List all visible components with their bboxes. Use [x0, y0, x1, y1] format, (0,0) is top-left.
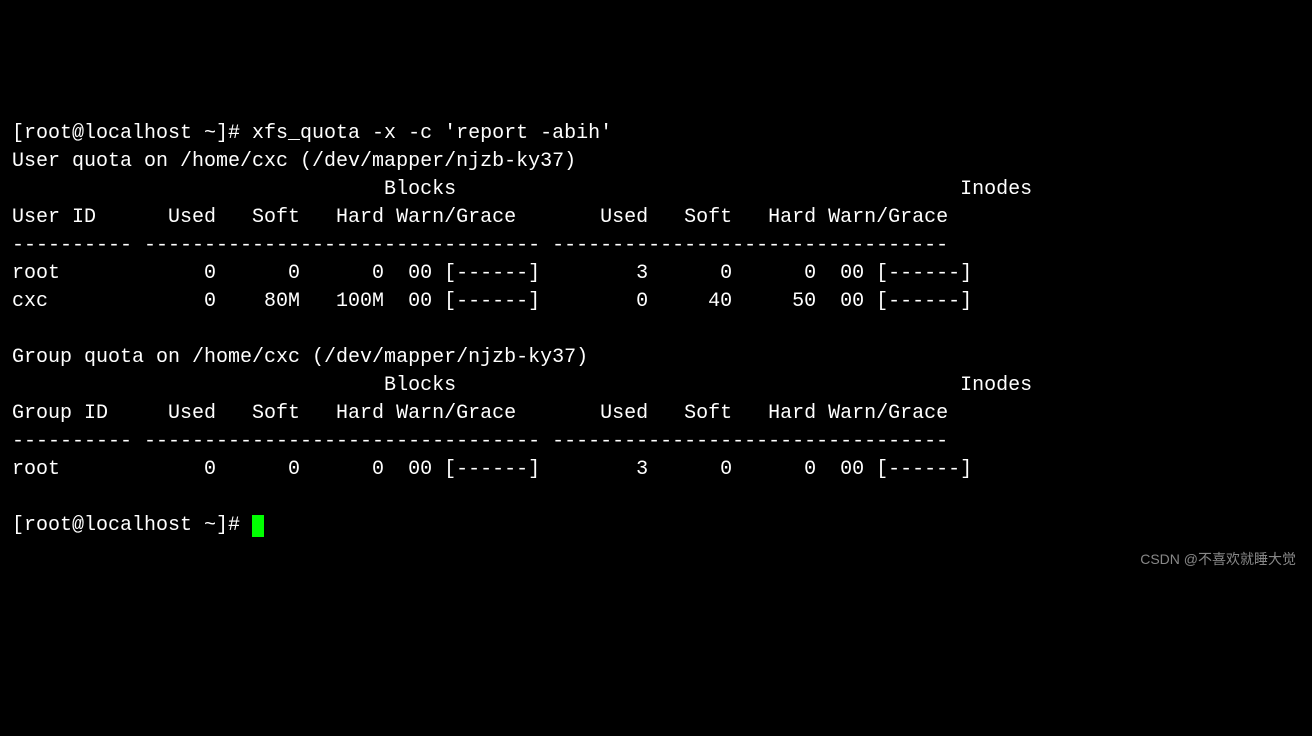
divider-line: ---------- -----------------------------… — [12, 430, 948, 453]
user-row-cxc: cxc 0 80M 100M 00 [------] 0 40 50 00 [-… — [12, 290, 972, 313]
prompt-line-2[interactable]: [root@localhost ~]# — [12, 514, 252, 537]
divider-line: ---------- -----------------------------… — [12, 234, 948, 257]
section-headers: Blocks Inodes — [12, 178, 1032, 201]
user-column-headers: User ID Used Soft Hard Warn/Grace Used S… — [12, 206, 948, 229]
terminal-output: [root@localhost ~]# xfs_quota -x -c 'rep… — [12, 120, 1300, 540]
watermark: CSDN @不喜欢就睡大觉 — [1140, 550, 1296, 570]
section-headers: Blocks Inodes — [12, 374, 1032, 397]
user-row-root: root 0 0 0 00 [------] 3 0 0 00 [------] — [12, 262, 972, 285]
user-quota-title: User quota on /home/cxc (/dev/mapper/njz… — [12, 150, 576, 173]
group-row-root: root 0 0 0 00 [------] 3 0 0 00 [------] — [12, 458, 972, 481]
prompt-line-1: [root@localhost ~]# xfs_quota -x -c 'rep… — [12, 122, 612, 145]
group-quota-title: Group quota on /home/cxc (/dev/mapper/nj… — [12, 346, 588, 369]
cursor-icon — [252, 515, 264, 537]
group-column-headers: Group ID Used Soft Hard Warn/Grace Used … — [12, 402, 948, 425]
